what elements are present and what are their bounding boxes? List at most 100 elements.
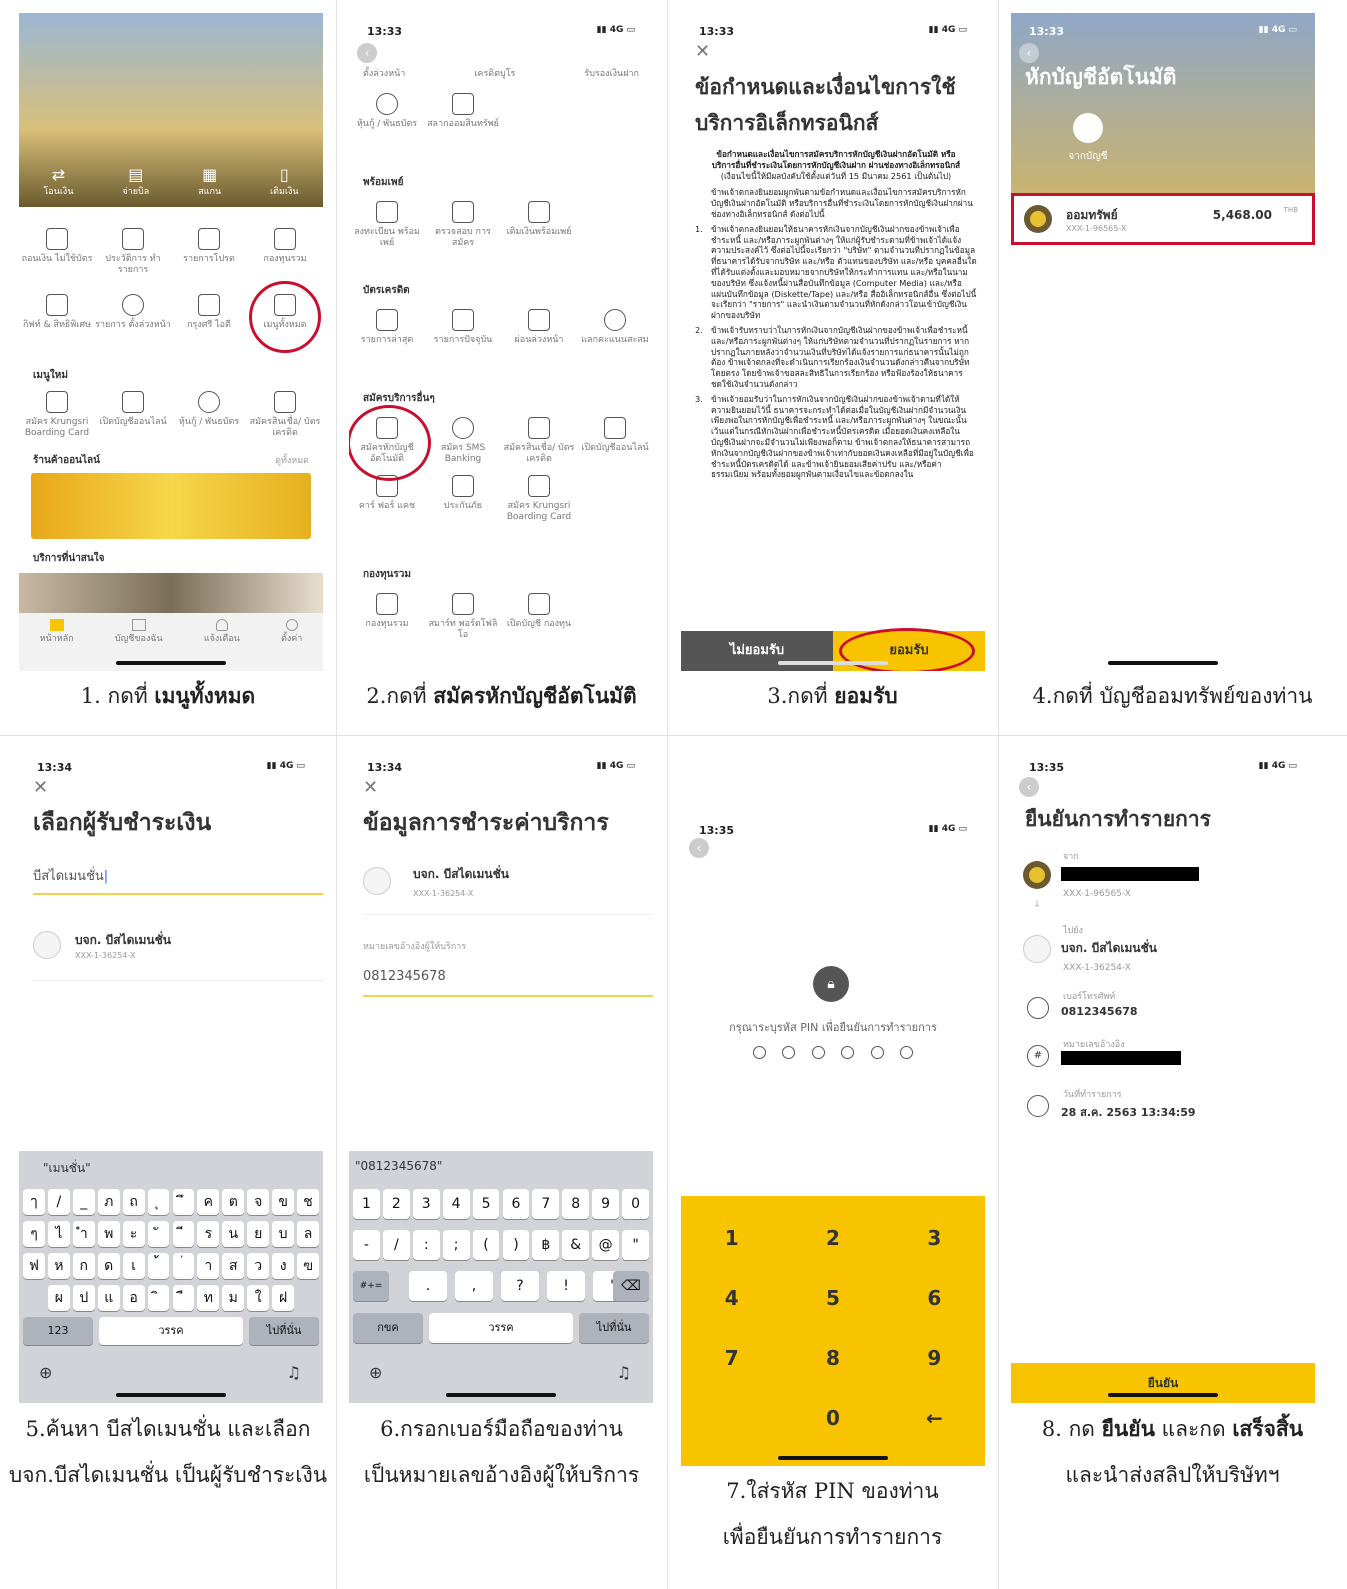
- keyboard-key[interactable]: ;: [442, 1230, 470, 1260]
- new-boarding-card[interactable]: สมัคร Krungsri Boarding Card: [19, 391, 95, 439]
- topup-button[interactable]: ▯ เติมเงิน: [270, 165, 298, 207]
- keyboard-key[interactable]: ่: [172, 1253, 195, 1279]
- item-card-installment[interactable]: ผ่อนล่วงหน้า: [501, 309, 577, 346]
- keyboard-key[interactable]: !: [547, 1271, 585, 1301]
- keyboard-key[interactable]: ไ: [47, 1221, 70, 1247]
- keyboard-key[interactable]: ข: [272, 1189, 295, 1215]
- keyboard-key[interactable]: :: [412, 1230, 440, 1260]
- key-backspace[interactable]: ⌫: [613, 1271, 649, 1301]
- key-space[interactable]: วรรค: [429, 1313, 573, 1343]
- pin-backspace-button[interactable]: ←: [884, 1388, 985, 1448]
- item-pp-check[interactable]: ตรวจสอบ การสมัคร: [425, 201, 501, 249]
- keyboard-key[interactable]: า: [197, 1253, 220, 1279]
- keyboard-key[interactable]: จ: [247, 1189, 270, 1215]
- keyboard-key[interactable]: ฝ: [272, 1285, 295, 1311]
- pin-key[interactable]: 2: [782, 1208, 883, 1268]
- key-symbols[interactable]: #+=: [353, 1271, 389, 1301]
- key-numbers[interactable]: 123: [23, 1317, 93, 1345]
- keyboard-key[interactable]: .: [409, 1271, 447, 1301]
- mic-icon[interactable]: ♫: [287, 1363, 301, 1382]
- keyboard-key[interactable]: -: [353, 1230, 380, 1260]
- pin-key[interactable]: 7: [681, 1328, 782, 1388]
- keyboard-key[interactable]: ท: [197, 1285, 220, 1311]
- payee-result[interactable]: บจก. บีสไดเมนชั่น XXX-1-36254-X: [33, 921, 323, 981]
- keyboard-suggestion[interactable]: "0812345678": [355, 1159, 442, 1173]
- item-card-points[interactable]: แลกคะแนนสะสม: [577, 309, 653, 346]
- keyboard-key[interactable]: ด: [97, 1253, 120, 1279]
- keyboard-key[interactable]: ส: [222, 1253, 245, 1279]
- keyboard-key[interactable]: ร: [197, 1221, 220, 1247]
- payee-search-input[interactable]: บีสไดเมนชั่น|: [33, 865, 323, 895]
- new-open-account[interactable]: เปิดบัญชีออนไลน์: [95, 391, 171, 439]
- keyboard-key[interactable]: เ: [122, 1253, 145, 1279]
- keyboard-key[interactable]: ี: [172, 1221, 195, 1247]
- menu-favorites[interactable]: รายการโปรด: [171, 228, 247, 276]
- keyboard-key[interactable]: แ: [97, 1285, 120, 1311]
- keyboard-key[interactable]: ต: [222, 1189, 245, 1215]
- reference-input[interactable]: 0812345678: [363, 969, 653, 997]
- item-card-latest[interactable]: รายการล่าสุด: [349, 309, 425, 346]
- keyboard-key[interactable]: ห: [47, 1253, 70, 1279]
- close-icon[interactable]: ✕: [33, 777, 48, 798]
- keyboard-key[interactable]: ช: [297, 1189, 319, 1215]
- keyboard-key[interactable]: /: [382, 1230, 410, 1260]
- keyboard-suggestion[interactable]: "เมนชั่น": [43, 1159, 91, 1178]
- account-card[interactable]: ออมทรัพย์ XXX-1-96565-X 5,468.00 THB: [1011, 193, 1315, 245]
- keyboard-key[interactable]: ื: [172, 1285, 195, 1311]
- keyboard-key[interactable]: ว: [247, 1253, 270, 1279]
- pin-key[interactable]: 0: [782, 1388, 883, 1448]
- keyboard-key[interactable]: 3: [412, 1189, 440, 1219]
- keyboard-key[interactable]: ถ: [122, 1189, 145, 1215]
- item-car-for-cash[interactable]: คาร์ ฟอร์ แคช: [349, 475, 425, 523]
- tab-deposit-cert[interactable]: รับรองเงินฝาก: [584, 69, 639, 80]
- shop-more-link[interactable]: ดูทั้งหมด: [275, 453, 309, 467]
- tab-credit-bureau[interactable]: เครดิตบูโร: [474, 69, 515, 80]
- keyboard-key[interactable]: 9: [592, 1189, 620, 1219]
- keyboard-key[interactable]: ั: [147, 1221, 170, 1247]
- pin-key[interactable]: 3: [884, 1208, 985, 1268]
- keyboard-key[interactable]: 2: [382, 1189, 410, 1219]
- keyboard-key[interactable]: ๅ: [23, 1189, 45, 1215]
- pin-key[interactable]: 4: [681, 1268, 782, 1328]
- tab-scheduled[interactable]: ตั้งล่วงหน้า: [363, 69, 405, 80]
- keyboard-key[interactable]: 6: [502, 1189, 530, 1219]
- shop-banner[interactable]: [31, 473, 311, 539]
- menu-history[interactable]: ประวัติการ ทำรายการ: [95, 228, 171, 276]
- keyboard-key[interactable]: ?: [501, 1271, 539, 1301]
- menu-krungsri-id[interactable]: กรุงศรี ไอดี: [171, 294, 247, 331]
- keyboard-key[interactable]: ก: [72, 1253, 95, 1279]
- keyboard-key[interactable]: 1: [353, 1189, 380, 1219]
- keyboard-key[interactable]: ฃ: [297, 1253, 319, 1279]
- key-return[interactable]: ไปที่นั่น: [579, 1313, 649, 1343]
- keyboard-key[interactable]: ป: [72, 1285, 95, 1311]
- keyboard-key[interactable]: (: [472, 1230, 500, 1260]
- keyboard-key[interactable]: _: [72, 1189, 95, 1215]
- item-loan[interactable]: สมัครสินเชื่อ/ บัตรเครดิต: [501, 417, 577, 465]
- item-card-current[interactable]: รายการปัจจุบัน: [425, 309, 501, 346]
- keyboard-key[interactable]: ะ: [122, 1221, 145, 1247]
- new-loan[interactable]: สมัครสินเชื่อ/ บัตรเครดิต: [247, 391, 323, 439]
- item-fund[interactable]: กองทุนรวม: [349, 593, 425, 641]
- back-icon[interactable]: ‹: [1019, 777, 1039, 797]
- keyboard-key[interactable]: &: [562, 1230, 590, 1260]
- keyboard-key[interactable]: อ: [122, 1285, 145, 1311]
- item-insurance[interactable]: ประกันภัย: [425, 475, 501, 523]
- transfer-button[interactable]: ⇄ โอนเงิน: [43, 165, 73, 207]
- keyboard-key[interactable]: ภ: [97, 1189, 120, 1215]
- menu-funds[interactable]: กองทุนรวม: [247, 228, 323, 276]
- back-icon[interactable]: ‹: [357, 43, 377, 63]
- keyboard-key[interactable]: ผ: [47, 1285, 70, 1311]
- keyboard-key[interactable]: 0: [622, 1189, 649, 1219]
- keyboard-key[interactable]: ๆ: [23, 1221, 45, 1247]
- tab-settings[interactable]: ตั้งค่า: [281, 619, 302, 671]
- menu-cardless-withdraw[interactable]: ถอนเงิน ไม่ใช้บัตร: [19, 228, 95, 276]
- keyboard-key[interactable]: ค: [197, 1189, 220, 1215]
- keyboard-key[interactable]: ม: [222, 1285, 245, 1311]
- from-account-button[interactable]: จากบัญชี: [1063, 113, 1113, 164]
- pay-bill-button[interactable]: ▤ จ่ายบิล: [122, 165, 149, 207]
- pin-key[interactable]: 5: [782, 1268, 883, 1328]
- keyboard-key[interactable]: 8: [562, 1189, 590, 1219]
- decline-button[interactable]: ไม่ยอมรับ: [681, 631, 833, 671]
- keyboard-key[interactable]: ุ: [147, 1189, 170, 1215]
- new-bonds[interactable]: หุ้นกู้ / พันธบัตร: [171, 391, 247, 439]
